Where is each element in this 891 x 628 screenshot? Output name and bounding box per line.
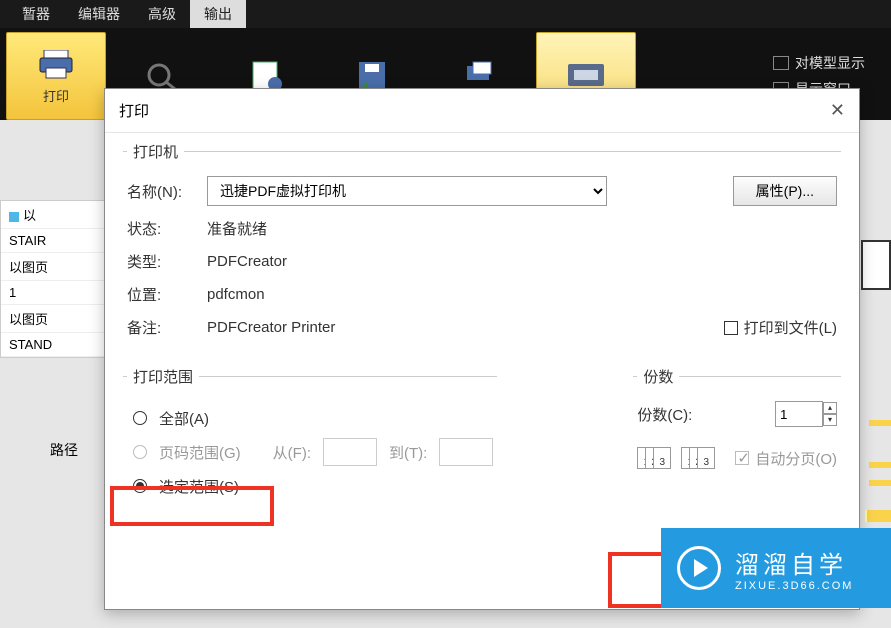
menu-item[interactable]: 暂器 [8, 0, 64, 28]
from-input [323, 438, 377, 466]
decoration [869, 480, 891, 486]
copies-spinner[interactable]: ▴▾ [823, 402, 837, 426]
list-item[interactable]: 1 [1, 281, 107, 305]
printer-icon [35, 48, 77, 82]
collate-icon: 123 [681, 447, 715, 469]
print-to-file-checkbox[interactable]: 打印到文件(L) [724, 317, 837, 338]
properties-button[interactable]: 属性(P)... [733, 176, 837, 206]
menu-bar: 暂器 编辑器 高级 输出 [0, 0, 891, 28]
ribbon-print-button[interactable]: 打印 [6, 32, 106, 120]
location-label: 位置: [127, 284, 207, 305]
range-fieldset: 打印范围 全部(A) 页码范围(G) 从(F): 到(T): 选定范围(S) [123, 366, 497, 513]
range-selection-radio[interactable]: 选定范围(S) [127, 469, 493, 503]
dialog-title: 打印 [119, 100, 149, 121]
collate-icon: 123 [637, 447, 671, 469]
fieldset-legend: 打印机 [127, 141, 184, 162]
list-item[interactable]: STAIR [1, 229, 107, 253]
menu-item[interactable]: 编辑器 [64, 0, 134, 28]
list-item[interactable]: 以图页 [1, 253, 107, 281]
fieldset-legend: 份数 [637, 366, 679, 387]
printer-select[interactable]: 迅捷PDF虚拟打印机 [207, 176, 607, 206]
badge-title: 溜溜自学 [735, 545, 853, 580]
play-icon [677, 546, 721, 590]
range-pages-radio: 页码范围(G) 从(F): 到(T): [127, 435, 493, 469]
range-all-radio[interactable]: 全部(A) [127, 401, 493, 435]
status-label: 状态: [127, 218, 207, 239]
show-model-option[interactable]: 对模型显示 [773, 53, 865, 73]
printer-name-label: 名称(N): [127, 181, 207, 202]
fieldset-legend: 打印范围 [127, 366, 199, 387]
canvas-object [861, 240, 891, 290]
type-label: 类型: [127, 251, 207, 272]
type-value: PDFCreator [207, 253, 837, 270]
badge-subtitle: ZIXUE.3D66.COM [735, 580, 853, 592]
dialog-titlebar: 打印 ✕ [105, 89, 859, 133]
decoration [869, 462, 891, 468]
copies-label: 份数(C): [637, 404, 775, 425]
printer-fieldset: 打印机 名称(N): 迅捷PDF虚拟打印机 属性(P)... 状态:准备就绪 类… [123, 141, 841, 360]
left-list: 以 STAIR 以图页 1 以图页 STAND [0, 200, 108, 358]
location-value: pdfcmon [207, 286, 837, 303]
to-label: 到(T): [389, 442, 427, 463]
collate-checkbox: ✓自动分页(O) [735, 448, 837, 469]
decoration [865, 510, 891, 522]
watermark-badge: 溜溜自学 ZIXUE.3D66.COM [661, 528, 891, 608]
copies-fieldset: 份数 份数(C): ▴▾ 123 123 ✓自动分页(O) [633, 366, 841, 513]
copies-input[interactable] [775, 401, 823, 427]
decoration [869, 420, 891, 426]
to-input [439, 438, 493, 466]
note-value: PDFCreator Printer [207, 319, 724, 336]
from-label: 从(F): [273, 442, 311, 463]
status-value: 准备就绪 [207, 218, 837, 239]
window-icon [773, 56, 789, 70]
list-item[interactable]: 以图页 [1, 305, 107, 333]
list-item[interactable]: 以 [1, 201, 107, 229]
note-label: 备注: [127, 317, 207, 338]
path-label: 路径 [50, 440, 78, 460]
ribbon-label: 打印 [43, 86, 69, 105]
menu-item-output[interactable]: 输出 [190, 0, 246, 28]
list-item[interactable]: STAND [1, 333, 107, 357]
menu-item[interactable]: 高级 [134, 0, 190, 28]
close-icon[interactable]: ✕ [830, 100, 845, 121]
